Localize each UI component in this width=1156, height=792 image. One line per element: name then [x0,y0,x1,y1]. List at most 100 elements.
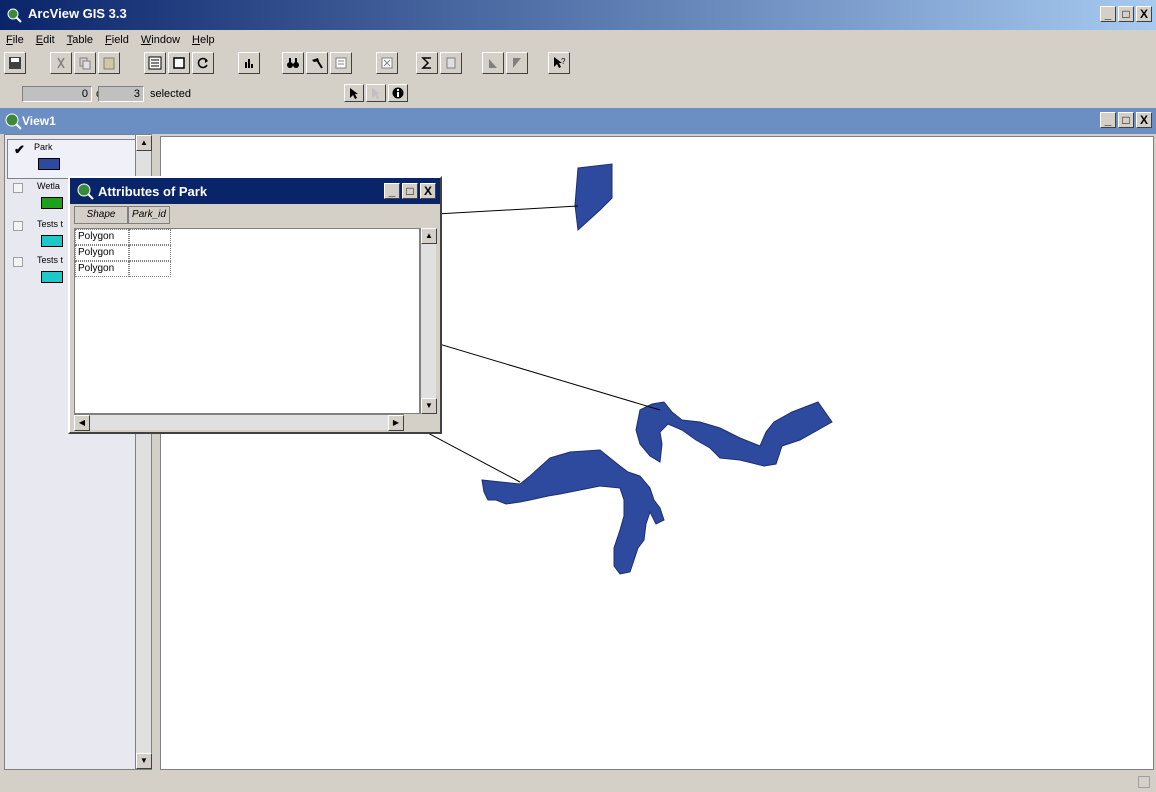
total-count-field: 3 [98,86,144,102]
checkmark-icon: ✔ [14,142,25,157]
selected-count-field: 0 [22,86,92,102]
scroll-up-button[interactable]: ▲ [136,135,152,151]
table-row-shape[interactable]: Polygon [75,229,129,245]
calculate-button[interactable] [440,52,462,74]
attributes-title-bar: Attributes of Park _ □ X [70,178,440,204]
scroll-right-button[interactable]: ▶ [388,415,404,431]
promote-button[interactable] [330,52,352,74]
status-bar [0,772,1156,792]
pointer-icon [350,88,358,99]
cut-button[interactable] [50,52,72,74]
legend-swatch [38,158,60,170]
menu-bar: File Edit Table Field Window Help [0,32,221,50]
help-pointer-icon: ? [554,57,566,68]
sort-ascending-icon [489,59,497,68]
close-button[interactable]: X [1136,6,1152,22]
attributes-minimize-button[interactable]: _ [384,183,400,199]
app-title-bar: ArcView GIS 3.3 _ □ X [0,0,1156,30]
maximize-button[interactable]: □ [1118,6,1134,22]
pointer-tool-button[interactable] [344,84,364,102]
legend-swatch [41,235,63,247]
menu-table[interactable]: Table [61,32,99,50]
view-minimize-button[interactable]: _ [1100,112,1116,128]
clear-selection-button[interactable] [376,52,398,74]
select-all-button[interactable] [168,52,190,74]
resize-grip-icon[interactable] [1138,776,1150,788]
legend-label: Park [34,142,53,152]
info-icon [392,87,404,99]
attributes-window: Attributes of Park _ □ X Shape Park_id P… [68,176,442,434]
svg-text:?: ? [561,57,566,66]
legend-label: Tests t [37,219,64,229]
view-close-button[interactable]: X [1136,112,1152,128]
attributes-vertical-scrollbar[interactable]: ▲ ▼ [420,228,437,414]
attributes-close-button[interactable]: X [420,183,436,199]
sort-descending-icon [513,58,521,68]
column-header-park-id[interactable]: Park_id [128,206,170,224]
summarize-button[interactable] [416,52,438,74]
copy-icon [79,57,91,70]
copy-button[interactable] [74,52,96,74]
sigma-icon [421,57,431,69]
chart-icon [245,59,253,68]
paste-icon [103,57,115,70]
arcview-globe-icon [7,8,22,23]
sort-descending-button[interactable] [506,52,528,74]
chart-button[interactable] [238,52,260,74]
legend-label: Tests t [37,255,64,265]
cut-icon [57,57,65,69]
vertex-edit-icon [372,88,380,99]
menu-edit[interactable]: Edit [30,32,61,50]
menu-field[interactable]: Field [99,32,135,50]
select-all-icon [173,57,185,69]
help-button[interactable]: ? [548,52,570,74]
scroll-left-button[interactable]: ◀ [74,415,90,431]
menu-window[interactable]: Window [135,32,186,50]
scroll-down-button[interactable]: ▼ [136,753,152,769]
view-maximize-button[interactable]: □ [1118,112,1134,128]
legend-item-park[interactable]: ✔ Park [7,139,139,179]
attributes-title: Attributes of Park [98,184,208,199]
table-row-park-id[interactable] [129,245,171,261]
minimize-button[interactable]: _ [1100,6,1116,22]
legend-swatch [41,197,63,209]
view-title: View1 [22,114,56,128]
menu-file[interactable]: File [0,32,30,50]
view-title-bar: View1 _ □ X [0,108,1156,134]
save-icon [9,57,21,69]
column-header-shape[interactable]: Shape [74,206,128,224]
save-button[interactable] [4,52,26,74]
table-row-park-id[interactable] [129,229,171,245]
table-row-shape[interactable]: Polygon [75,261,129,277]
selected-label: selected [150,88,191,100]
table-globe-icon [77,183,94,200]
table-row-shape[interactable]: Polygon [75,245,129,261]
layer-checkbox[interactable] [13,257,23,267]
hammer-icon [312,58,323,69]
layer-checkbox[interactable] [13,221,23,231]
binoculars-icon [287,58,299,68]
view-globe-icon [5,113,22,130]
legend-swatch [41,271,63,283]
calculator-icon [446,57,456,69]
list-icon [335,57,347,69]
table-properties-button[interactable] [144,52,166,74]
paste-button[interactable] [98,52,120,74]
refresh-button[interactable] [192,52,214,74]
scroll-down-button[interactable]: ▼ [421,398,437,414]
vertex-edit-button[interactable] [366,84,386,102]
refresh-icon [197,57,208,69]
scroll-up-button[interactable]: ▲ [421,228,437,244]
layer-checkbox[interactable] [13,183,23,193]
menu-help[interactable]: Help [186,32,221,50]
find-button[interactable] [282,52,304,74]
clear-selection-icon [381,57,393,69]
table-row-park-id[interactable] [129,261,171,277]
sort-ascending-button[interactable] [482,52,504,74]
legend-label: Wetla [37,181,60,191]
identify-button[interactable] [388,84,408,102]
attributes-maximize-button[interactable]: □ [402,183,418,199]
attributes-horizontal-scrollbar[interactable]: ◀ ▶ [74,414,404,431]
query-builder-button[interactable] [306,52,328,74]
selection-status-row: 0 of 3 selected [0,84,1156,104]
